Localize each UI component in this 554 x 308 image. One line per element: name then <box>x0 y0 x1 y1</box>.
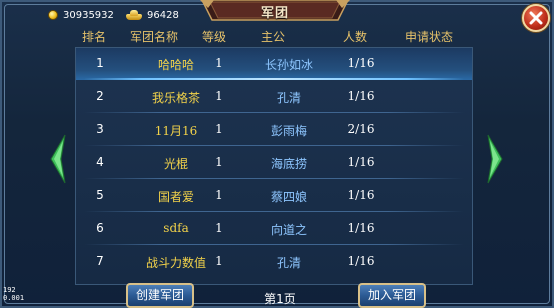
row-members: 1/16 <box>347 155 375 169</box>
arrow-right-icon <box>487 134 503 184</box>
legion-row[interactable]: 5 国者爱 1 蔡四娘 1/16 <box>76 180 472 212</box>
row-leader: 孔清 <box>276 256 301 270</box>
row-members: 1/16 <box>347 221 375 235</box>
row-rank: 5 <box>96 188 104 202</box>
row-divider <box>84 244 464 245</box>
row-rank: 7 <box>96 254 104 268</box>
page-indicator: 第1页 <box>264 292 296 306</box>
close-button[interactable] <box>522 4 550 32</box>
row-rank: 3 <box>96 122 104 136</box>
legion-list: 1 哈哈哈 1 长孙如冰 1/16 2 我乐格茶 1 孔清 1/16 3 11月… <box>75 47 473 285</box>
ingot-balance: 96428 <box>126 7 179 23</box>
create-legion-button[interactable]: 创建军团 <box>126 283 194 308</box>
header-level: 等级 <box>202 30 227 44</box>
row-leader: 彭雨梅 <box>270 124 307 138</box>
row-rank: 1 <box>96 56 104 70</box>
header-rank: 排名 <box>82 30 107 44</box>
legion-row[interactable]: 6 sdfa 1 向道之 1/16 <box>76 213 472 245</box>
row-level: 1 <box>215 155 223 169</box>
header-members: 人数 <box>343 30 368 44</box>
row-members: 2/16 <box>347 122 375 136</box>
debug-line-1: 192 <box>3 286 16 294</box>
row-members: 1/16 <box>347 254 375 268</box>
row-divider <box>84 211 464 212</box>
row-level: 1 <box>215 56 223 70</box>
row-leader: 孔清 <box>276 91 301 105</box>
row-level: 1 <box>215 221 223 235</box>
debug-line-2: 0.001 <box>3 294 25 302</box>
row-leader: 向道之 <box>270 223 307 237</box>
row-divider <box>84 145 464 146</box>
gold-ingot-icon <box>126 10 142 20</box>
row-leader: 蔡四娘 <box>270 190 307 204</box>
header-legion-name: 军团名称 <box>130 30 179 44</box>
coin-value: 30935932 <box>63 9 114 21</box>
legion-row[interactable]: 2 我乐格茶 1 孔清 1/16 <box>76 81 472 113</box>
header-status: 申请状态 <box>405 30 454 44</box>
debug-readout: 192 0.001 <box>3 286 24 302</box>
title-plate: 军团 <box>200 0 350 22</box>
row-members: 1/16 <box>347 56 375 70</box>
row-leader: 长孙如冰 <box>264 58 313 72</box>
coin-balance: 30935932 <box>48 7 114 23</box>
header-leader: 主公 <box>261 30 286 44</box>
join-legion-button[interactable]: 加入军团 <box>358 283 426 308</box>
row-leader: 海底捞 <box>270 157 307 171</box>
row-rank: 6 <box>96 221 104 235</box>
row-level: 1 <box>215 122 223 136</box>
legion-row[interactable]: 1 哈哈哈 1 长孙如冰 1/16 <box>76 48 472 80</box>
prev-page-button[interactable] <box>49 133 67 189</box>
row-rank: 2 <box>96 89 104 103</box>
gold-coin-icon <box>48 10 58 20</box>
row-divider <box>84 112 464 113</box>
row-rank: 4 <box>96 155 104 169</box>
row-level: 1 <box>215 89 223 103</box>
legion-row[interactable]: 7 战斗力数值 1 孔清 1/16 <box>76 246 472 278</box>
row-members: 1/16 <box>347 188 375 202</box>
legion-row[interactable]: 3 11月16 1 彭雨梅 2/16 <box>76 114 472 146</box>
ingot-value: 96428 <box>147 9 179 21</box>
row-divider <box>84 78 464 80</box>
row-divider <box>84 178 464 179</box>
row-members: 1/16 <box>347 89 375 103</box>
arrow-left-icon <box>50 134 66 184</box>
next-page-button[interactable] <box>486 133 504 189</box>
page-title: 军团 <box>260 6 289 21</box>
legion-row[interactable]: 4 光棍 1 海底捞 1/16 <box>76 147 472 179</box>
close-icon <box>529 11 543 25</box>
row-level: 1 <box>215 188 223 202</box>
row-level: 1 <box>215 254 223 268</box>
